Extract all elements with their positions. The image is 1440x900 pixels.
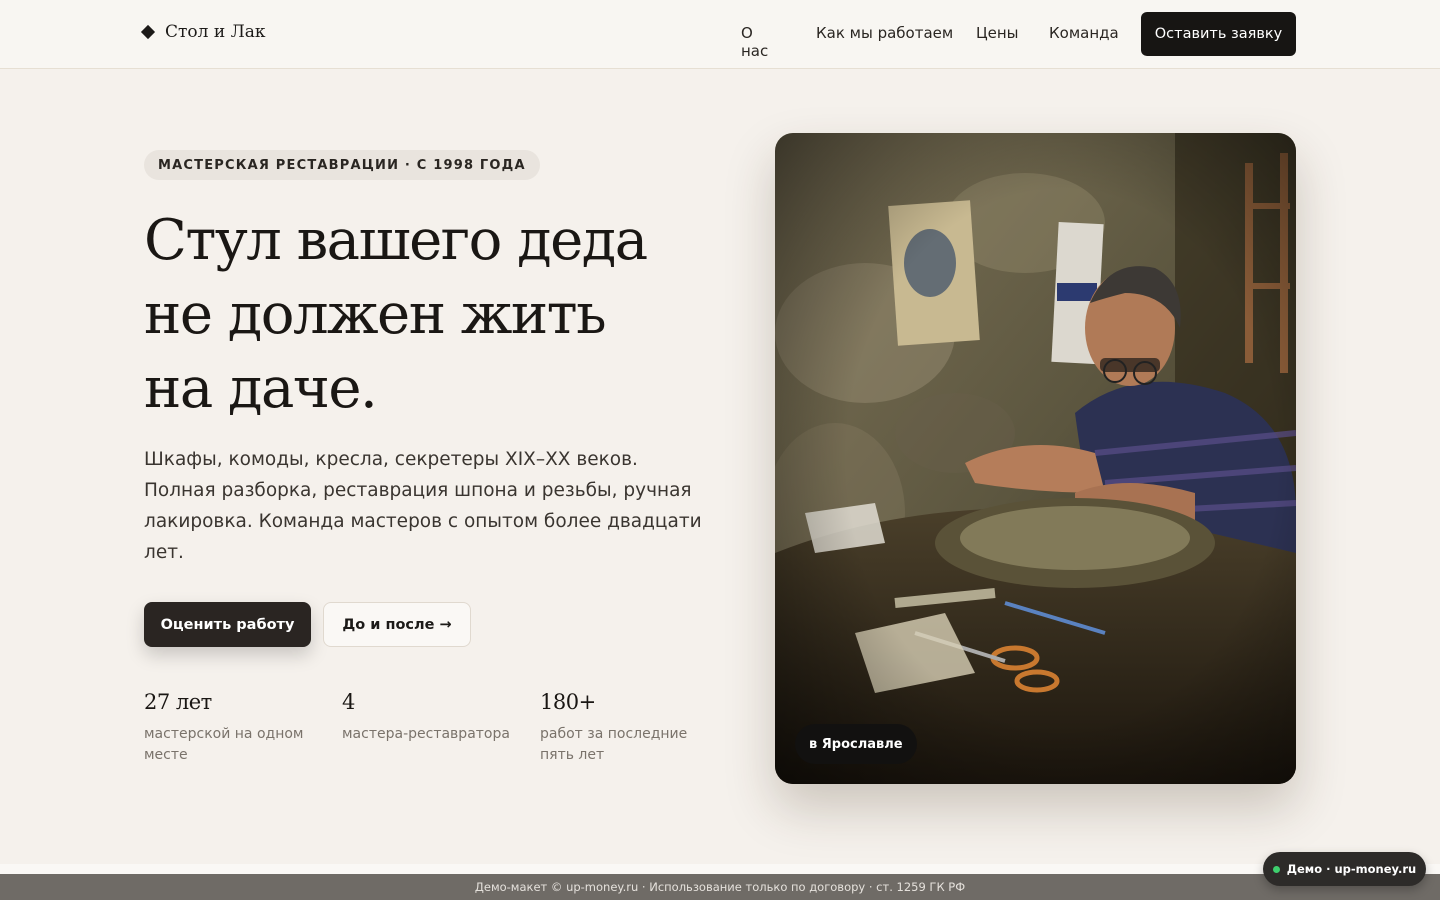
workshop-illustration	[775, 133, 1296, 784]
nav-link-team[interactable]: Команда	[1049, 24, 1119, 42]
logo[interactable]: Стол и Лак	[140, 22, 266, 42]
logo-text: Стол и Лак	[165, 22, 266, 42]
stat-years: 27 лет мастерской на одном месте	[144, 690, 319, 766]
submit-request-button[interactable]: Оставить заявку	[1141, 12, 1296, 56]
craftsman-photo: в Ярославле	[775, 133, 1296, 784]
hero-description: Шкафы, комоды, кресла, секретеры XIX–XX …	[144, 449, 702, 563]
footer-text: Демо-макет © up-money.ru · Использование…	[474, 880, 966, 894]
nav-link-prices[interactable]: Цены	[976, 24, 1019, 42]
nav-link-about[interactable]: О нас	[741, 24, 768, 60]
stat-label: работ за последние пять лет	[540, 726, 688, 763]
stat-value: 4	[342, 690, 355, 714]
footer-divider	[0, 864, 1440, 874]
before-after-button[interactable]: До и после →	[323, 602, 471, 647]
demo-pill[interactable]: Демо · up-money.ru	[1263, 852, 1426, 886]
workshop-badge: МАСТЕРСКАЯ РЕСТАВРАЦИИ · С 1998 ГОДА	[144, 150, 540, 180]
stat-masters: 4 мастера-реставратора	[342, 690, 517, 745]
stat-works: 180+ работ за последние пять лет	[540, 690, 715, 766]
hero-title-line: Стул вашего деда	[144, 208, 648, 273]
hero-title-line: не должен жить	[144, 282, 607, 347]
site-header: Стол и Лак О нас Как мы работаем Цены Ко…	[0, 0, 1440, 69]
status-dot-icon	[1272, 865, 1280, 873]
stat-value: 27 лет	[144, 690, 212, 714]
hero-title-line: на даче.	[144, 356, 378, 421]
nav-link-how-we-work[interactable]: Как мы работаем	[816, 24, 953, 42]
diamond-icon	[140, 24, 156, 40]
hero-title: Стул вашего деда не должен жить на даче.	[144, 204, 704, 426]
demo-pill-label: Демо · up-money.ru	[1286, 862, 1417, 876]
footer-bar: Демо-макет © up-money.ru · Использование…	[0, 874, 1440, 900]
stat-label: мастера-реставратора	[342, 726, 510, 742]
estimate-work-button[interactable]: Оценить работу	[144, 602, 311, 647]
location-tag: в Ярославле	[795, 724, 917, 764]
stat-value: 180+	[540, 690, 596, 714]
stat-label: мастерской на одном месте	[144, 726, 304, 763]
